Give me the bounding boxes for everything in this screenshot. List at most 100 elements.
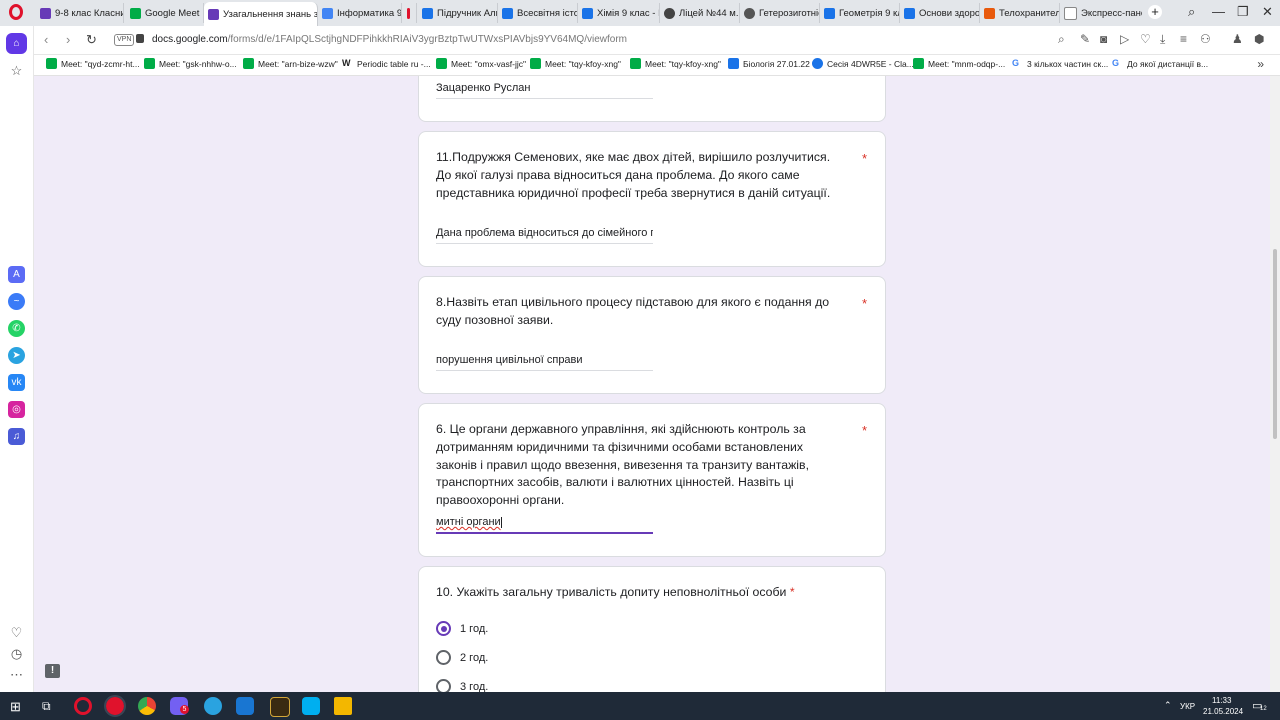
- tab-11[interactable]: Основи здоров: [900, 3, 980, 23]
- bookmark-item[interactable]: Meet: "arn-bize-wzw": [243, 58, 338, 69]
- radio-icon[interactable]: [436, 679, 451, 692]
- radio-checked-icon[interactable]: [436, 621, 451, 636]
- tab-13[interactable]: Экспресс-панель: [1060, 3, 1142, 23]
- opera-logo-icon[interactable]: [9, 4, 23, 20]
- tab-10[interactable]: Геометрія 9 клас: [820, 3, 900, 23]
- heart-icon[interactable]: ♡: [8, 624, 25, 641]
- record-icon[interactable]: [74, 697, 92, 715]
- bookmark-item[interactable]: Meet: "qyd-zcmr-ht...: [46, 58, 140, 69]
- bookmarks-more-icon[interactable]: »: [1257, 57, 1264, 71]
- tab-8[interactable]: Ліцей №44 м. К: [660, 3, 740, 23]
- edit-icon[interactable]: ✎: [1080, 32, 1090, 46]
- telegram-icon[interactable]: ➤: [8, 347, 25, 364]
- site-icon: [812, 58, 823, 69]
- clock-date[interactable]: 21.05.2024: [1203, 707, 1243, 716]
- pinboard-icon[interactable]: ☆: [8, 62, 25, 79]
- bookmark-item[interactable]: Meet: "tqy-kfoy-xng": [530, 58, 621, 69]
- play-icon[interactable]: ▷: [1120, 32, 1129, 46]
- doc-icon: [322, 7, 333, 19]
- chrome-icon[interactable]: [138, 697, 156, 715]
- cube-icon[interactable]: ⬢: [1254, 32, 1264, 46]
- language-indicator[interactable]: УКР: [1180, 702, 1195, 711]
- clock-time[interactable]: 11:33: [1212, 696, 1231, 705]
- site-icon: [984, 7, 995, 19]
- radio-option[interactable]: 3 год.: [436, 679, 488, 692]
- new-tab-button[interactable]: +: [1148, 5, 1162, 19]
- scroll-thumb[interactable]: [1273, 249, 1277, 439]
- forward-icon[interactable]: ›: [66, 32, 70, 47]
- radio-icon[interactable]: [436, 650, 451, 665]
- menu-icon[interactable]: ≡: [1180, 32, 1187, 46]
- bookmark-item[interactable]: Meet: "mnm-odqp-...: [913, 58, 1005, 69]
- text-answer-field[interactable]: порушення цивільної справи: [436, 354, 653, 371]
- bookmark-item[interactable]: G До якої дистанції в...: [1112, 58, 1208, 69]
- question-text: 11.Подружжя Семенових, яке має двох діте…: [436, 150, 831, 200]
- windows-start-icon[interactable]: ⊞: [10, 699, 21, 715]
- more-icon[interactable]: ⋯: [8, 666, 25, 683]
- text-answer-field[interactable]: Дана проблема відноситься до сімейного п: [436, 227, 653, 244]
- text-answer-field-focused[interactable]: митні органи: [436, 516, 653, 534]
- home-icon[interactable]: ⌂: [6, 33, 27, 54]
- bookmark-item[interactable]: W Periodic table ru -...: [342, 58, 431, 69]
- close-button[interactable]: ✕: [1262, 4, 1273, 20]
- feedback-icon[interactable]: !: [45, 664, 60, 678]
- messenger-icon[interactable]: ~: [8, 293, 25, 310]
- radio-option[interactable]: 2 год.: [436, 650, 488, 665]
- bookmark-item[interactable]: Сесія 4DWR5E - Cla...: [812, 58, 914, 69]
- required-mark: *: [861, 423, 867, 438]
- opera-taskbar-icon[interactable]: [104, 695, 126, 717]
- search-tabs-icon[interactable]: ⌕: [1188, 4, 1195, 20]
- extension-icon[interactable]: ♟: [1232, 32, 1243, 46]
- tab-12[interactable]: Телохранители -: [980, 3, 1060, 23]
- tray-arrow-icon[interactable]: ⌃: [1164, 700, 1172, 711]
- task-view-icon[interactable]: ⧉: [42, 699, 51, 714]
- download-icon[interactable]: ⤓: [1160, 32, 1165, 47]
- heart-icon[interactable]: ♡: [1140, 32, 1151, 46]
- tab-7[interactable]: Хімія 9 клас - Ш: [578, 3, 660, 23]
- minimize-button[interactable]: —: [1212, 4, 1225, 19]
- question-card-6: 6. Це органи державного управління, які …: [418, 403, 886, 557]
- lock-icon[interactable]: [136, 34, 144, 43]
- profile-icon[interactable]: ⚇: [1200, 32, 1211, 46]
- tab-9[interactable]: Гетерозиготніст: [740, 3, 820, 23]
- search-icon[interactable]: ⌕: [1058, 32, 1065, 47]
- address-bar: ‹ › ↻ VPN docs.google.com/forms/d/e/1FAI…: [34, 26, 1280, 55]
- restore-button[interactable]: ❐: [1237, 4, 1249, 20]
- bookmark-item[interactable]: G3 кількох частин ск...: [1012, 58, 1108, 69]
- bookmark-item[interactable]: Біологія 27.01.22: [728, 58, 810, 69]
- forms-icon: [208, 8, 219, 20]
- camera-icon[interactable]: ◙: [1100, 32, 1107, 46]
- tab-6[interactable]: Всесвітня історі: [498, 3, 578, 23]
- file-explorer-icon[interactable]: [334, 697, 352, 715]
- bookmark-item[interactable]: Meet: "gsk-nhhw-o...: [144, 58, 237, 69]
- app-icon[interactable]: [236, 697, 254, 715]
- tab-4[interactable]: [403, 3, 417, 23]
- vpn-badge[interactable]: VPN: [114, 34, 135, 46]
- tab-5[interactable]: Підручник Алгеб: [418, 3, 498, 23]
- reload-icon[interactable]: ↻: [86, 32, 97, 48]
- player-icon[interactable]: ♫: [8, 428, 25, 445]
- scrollbar[interactable]: [1270, 76, 1280, 692]
- radio-option[interactable]: 1 год.: [436, 621, 488, 636]
- telegram-icon[interactable]: [204, 697, 222, 715]
- question-card: Зацаренко Руслан: [418, 76, 886, 122]
- history-icon[interactable]: ◷: [8, 645, 25, 662]
- bookmark-item[interactable]: Meet: "omx-vasf-jjc": [436, 58, 526, 69]
- tab-0[interactable]: 9-8 клас Класни: [36, 3, 124, 23]
- instagram-icon[interactable]: ◎: [8, 401, 25, 418]
- whatsapp-icon[interactable]: ✆: [8, 320, 25, 337]
- taskbar: ⊞ ⧉ 5 ⌃ УКР 11:33 21.05.2024 ▭ 12: [0, 692, 1280, 720]
- tab-3[interactable]: Інформатика 9 к: [318, 3, 402, 23]
- text-answer-field[interactable]: Зацаренко Руслан: [436, 82, 653, 99]
- skype-icon[interactable]: [302, 697, 320, 715]
- tab-1[interactable]: Google Meet: [126, 3, 204, 23]
- url-field[interactable]: docs.google.com/forms/d/e/1FAIpQLSctjhgN…: [152, 34, 627, 45]
- warcraft-icon[interactable]: [270, 697, 290, 717]
- trident-icon: [422, 7, 433, 19]
- site-icon: [744, 7, 755, 19]
- bookmark-item[interactable]: Meet: "tqy-kfoy-xng": [630, 58, 721, 69]
- tab-2-active[interactable]: Узагальнення знань за р: [204, 2, 318, 26]
- back-icon[interactable]: ‹: [44, 32, 48, 47]
- vk-icon[interactable]: vk: [8, 374, 25, 391]
- aria-icon[interactable]: A: [8, 266, 25, 283]
